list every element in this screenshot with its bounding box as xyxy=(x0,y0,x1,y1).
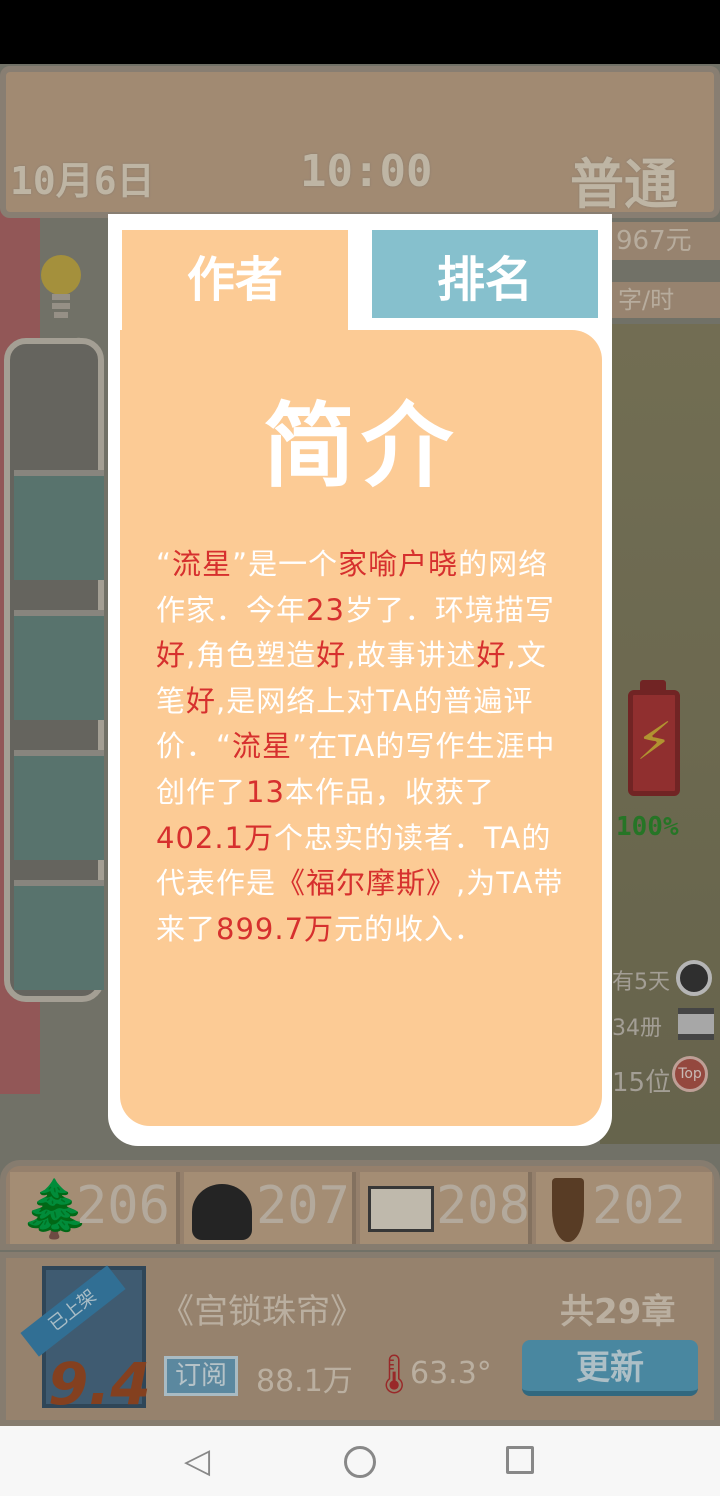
back-icon[interactable]: ◁ xyxy=(184,1444,210,1478)
intro-segment: ,角色塑造 xyxy=(186,638,317,673)
intro-segment: ”是一个 xyxy=(232,547,339,581)
intro-highlight: 好 xyxy=(156,638,187,673)
intro-heading: 简介 xyxy=(262,393,459,500)
intro-highlight: 好 xyxy=(316,638,347,673)
tab-author-label[interactable]: 作者 xyxy=(122,240,348,310)
intro-segment: “ xyxy=(156,547,173,581)
intro-highlight: 流星 xyxy=(232,729,293,764)
home-icon[interactable] xyxy=(344,1446,376,1478)
intro-highlight: 好 xyxy=(476,638,507,673)
intro-highlight: 家喻户晓 xyxy=(338,547,459,581)
intro-highlight: 《福尔摩斯》 xyxy=(276,866,457,901)
intro-highlight: 899.7万 xyxy=(216,911,335,946)
intro-segment: 岁了．环境描写 xyxy=(344,592,555,627)
intro-highlight: 402.1万 xyxy=(156,820,275,855)
intro-segment: ,故事讲述 xyxy=(346,638,477,673)
recents-icon[interactable] xyxy=(506,1446,534,1474)
intro-highlight: 好 xyxy=(186,683,217,718)
tab-ranking-label[interactable]: 排名 xyxy=(372,240,598,310)
intro-highlight: 23 xyxy=(306,592,345,627)
intro-segment: 本作品，收获了 xyxy=(284,774,495,809)
status-bar xyxy=(0,0,720,64)
intro-highlight: 13 xyxy=(246,774,285,809)
intro-segment: 元的收入． xyxy=(334,911,485,946)
intro-text: “流星”是一个家喻户晓的网络作家．今年23岁了．环境描写好,角色塑造好,故事讲述… xyxy=(156,542,574,952)
intro-highlight: 流星 xyxy=(172,547,233,581)
